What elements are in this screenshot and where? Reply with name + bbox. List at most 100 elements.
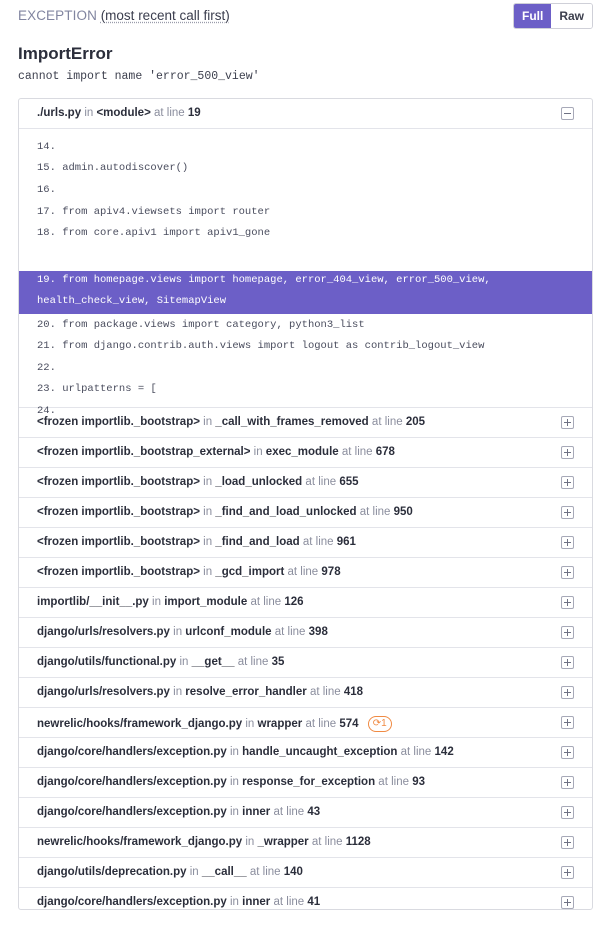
frame-title: <frozen importlib._bootstrap> in _find_a…: [37, 506, 413, 518]
frame-row[interactable]: ./urls.py in <module> at line 19: [19, 99, 592, 129]
frame-row[interactable]: django/utils/functional.py in __get__ at…: [19, 648, 592, 678]
expand-icon[interactable]: [561, 686, 574, 699]
code-line: 21. from django.contrib.auth.views impor…: [37, 340, 485, 352]
frame-in: in: [230, 776, 239, 788]
frame-row[interactable]: <frozen importlib._bootstrap> in _gcd_im…: [19, 558, 592, 588]
frame-at: at line: [287, 566, 319, 578]
frame-title: django/core/handlers/exception.py in res…: [37, 776, 425, 788]
expand-icon[interactable]: [561, 656, 574, 669]
frame-in: in: [245, 718, 255, 730]
frame-row[interactable]: django/core/handlers/exception.py in han…: [19, 738, 592, 768]
expand-icon[interactable]: [561, 806, 574, 819]
frame-title: django/urls/resolvers.py in urlconf_modu…: [37, 626, 328, 638]
code-line: 14.: [37, 141, 56, 153]
frame-at: at line: [311, 836, 343, 848]
frame-file: django/urls/resolvers.py: [37, 686, 170, 698]
view-toggle: Full Raw: [512, 3, 593, 29]
expand-icon[interactable]: [561, 626, 574, 639]
frame-in: in: [245, 836, 255, 848]
frame-row[interactable]: django/utils/deprecation.py in __call__ …: [19, 858, 592, 888]
frame-function: response_for_exception: [242, 776, 376, 788]
code-line: 23. urlpatterns = [: [37, 383, 157, 395]
frame-title: django/core/handlers/exception.py in han…: [37, 746, 454, 758]
frame-in: in: [230, 896, 239, 908]
raw-button[interactable]: Raw: [551, 4, 592, 28]
frame-file: django/core/handlers/exception.py: [37, 746, 227, 758]
frame-row[interactable]: <frozen importlib._bootstrap> in _find_a…: [19, 498, 592, 528]
frame-row[interactable]: django/urls/resolvers.py in resolve_erro…: [19, 678, 592, 708]
frame-at: at line: [305, 476, 337, 488]
frame-file: importlib/__init__.py: [37, 596, 149, 608]
frame-function: wrapper: [257, 718, 303, 730]
frame-function: _gcd_import: [215, 566, 285, 578]
frame-row[interactable]: django/urls/resolvers.py in urlconf_modu…: [19, 618, 592, 648]
code-line: 15. admin.autodiscover(): [37, 162, 189, 174]
expand-icon[interactable]: [561, 836, 574, 849]
expand-icon[interactable]: [561, 866, 574, 879]
frame-title: django/core/handlers/exception.py in inn…: [37, 806, 320, 818]
frame-row[interactable]: django/core/handlers/exception.py in inn…: [19, 888, 592, 909]
code-line: 16.: [37, 184, 56, 196]
exception-header: EXCEPTION (most recent call first) Full …: [18, 3, 593, 29]
active-code-line-part-2: health_check_view, SitemapView: [37, 295, 227, 307]
frame-at: at line: [359, 506, 391, 518]
code-line: 22.: [37, 362, 56, 374]
active-code-line-part-1: 19. from homepage.views import homepage,…: [37, 274, 491, 286]
frame-line: 43: [307, 806, 321, 818]
expand-icon[interactable]: [561, 506, 574, 519]
frame-function: urlconf_module: [185, 626, 272, 638]
expand-icon[interactable]: [561, 746, 574, 759]
call-order-label[interactable]: (most recent call first): [101, 8, 230, 23]
exception-heading: EXCEPTION (most recent call first): [18, 8, 230, 23]
expand-icon[interactable]: [561, 896, 574, 909]
expand-icon[interactable]: [561, 416, 574, 429]
expand-icon[interactable]: [561, 716, 574, 729]
frame-line: 126: [284, 596, 304, 608]
frame-row[interactable]: <frozen importlib._bootstrap> in _find_a…: [19, 528, 592, 558]
active-code-line: 19. from homepage.views import homepage,…: [19, 271, 592, 314]
collapse-icon[interactable]: [561, 107, 574, 120]
frame-at: at line: [378, 776, 409, 788]
expand-icon[interactable]: [561, 536, 574, 549]
expand-icon[interactable]: [561, 776, 574, 789]
frame-in: in: [173, 686, 183, 698]
frame-row[interactable]: django/core/handlers/exception.py in inn…: [19, 798, 592, 828]
frame-line: 35: [271, 656, 285, 668]
frame-line: 950: [393, 506, 413, 518]
frame-row[interactable]: <frozen importlib._bootstrap> in _call_w…: [19, 408, 592, 438]
frame-function: _load_unlocked: [215, 476, 303, 488]
frame-in: in: [203, 416, 213, 428]
frame-title: importlib/__init__.py in import_module a…: [37, 596, 304, 608]
expand-icon[interactable]: [561, 446, 574, 459]
frame-at: at line: [273, 896, 305, 908]
frame-title: <frozen importlib._bootstrap> in _find_a…: [37, 536, 356, 548]
frame-row[interactable]: newrelic/hooks/framework_django.py in _w…: [19, 828, 592, 858]
frame-function: _find_and_load_unlocked: [215, 506, 357, 518]
frame-title: <frozen importlib._bootstrap_external> i…: [37, 446, 395, 458]
error-message: cannot import name 'error_500_view': [18, 70, 260, 83]
frame-row[interactable]: <frozen importlib._bootstrap_external> i…: [19, 438, 592, 468]
frame-function: _call_with_frames_removed: [215, 416, 369, 428]
exception-label: EXCEPTION: [18, 8, 97, 23]
frame-title: django/urls/resolvers.py in resolve_erro…: [37, 686, 363, 698]
frame-function: __call__: [201, 866, 247, 878]
frame-row[interactable]: <frozen importlib._bootstrap> in _load_u…: [19, 468, 592, 498]
frame-in: in: [230, 746, 239, 758]
frame-line: 678: [375, 446, 395, 458]
stack-frames: ./urls.py in <module> at line 19 14. 15.…: [18, 98, 593, 910]
repeat-count-badge[interactable]: ⟳1: [367, 716, 392, 732]
frame-in: in: [203, 566, 213, 578]
frame-file: django/core/handlers/exception.py: [37, 896, 227, 908]
frame-at: at line: [249, 866, 281, 878]
frame-title: <frozen importlib._bootstrap> in _gcd_im…: [37, 566, 341, 578]
expand-icon[interactable]: [561, 566, 574, 579]
frame-function: <module>: [96, 107, 151, 119]
frame-row[interactable]: newrelic/hooks/framework_django.py in wr…: [19, 708, 592, 738]
code-line: 18. from core.apiv1 import apiv1_gone: [37, 227, 271, 239]
frame-row[interactable]: django/core/handlers/exception.py in res…: [19, 768, 592, 798]
code-line: 17. from apiv4.viewsets import router: [37, 206, 271, 218]
frame-row[interactable]: importlib/__init__.py in import_module a…: [19, 588, 592, 618]
full-button[interactable]: Full: [513, 4, 552, 28]
expand-icon[interactable]: [561, 476, 574, 489]
expand-icon[interactable]: [561, 596, 574, 609]
